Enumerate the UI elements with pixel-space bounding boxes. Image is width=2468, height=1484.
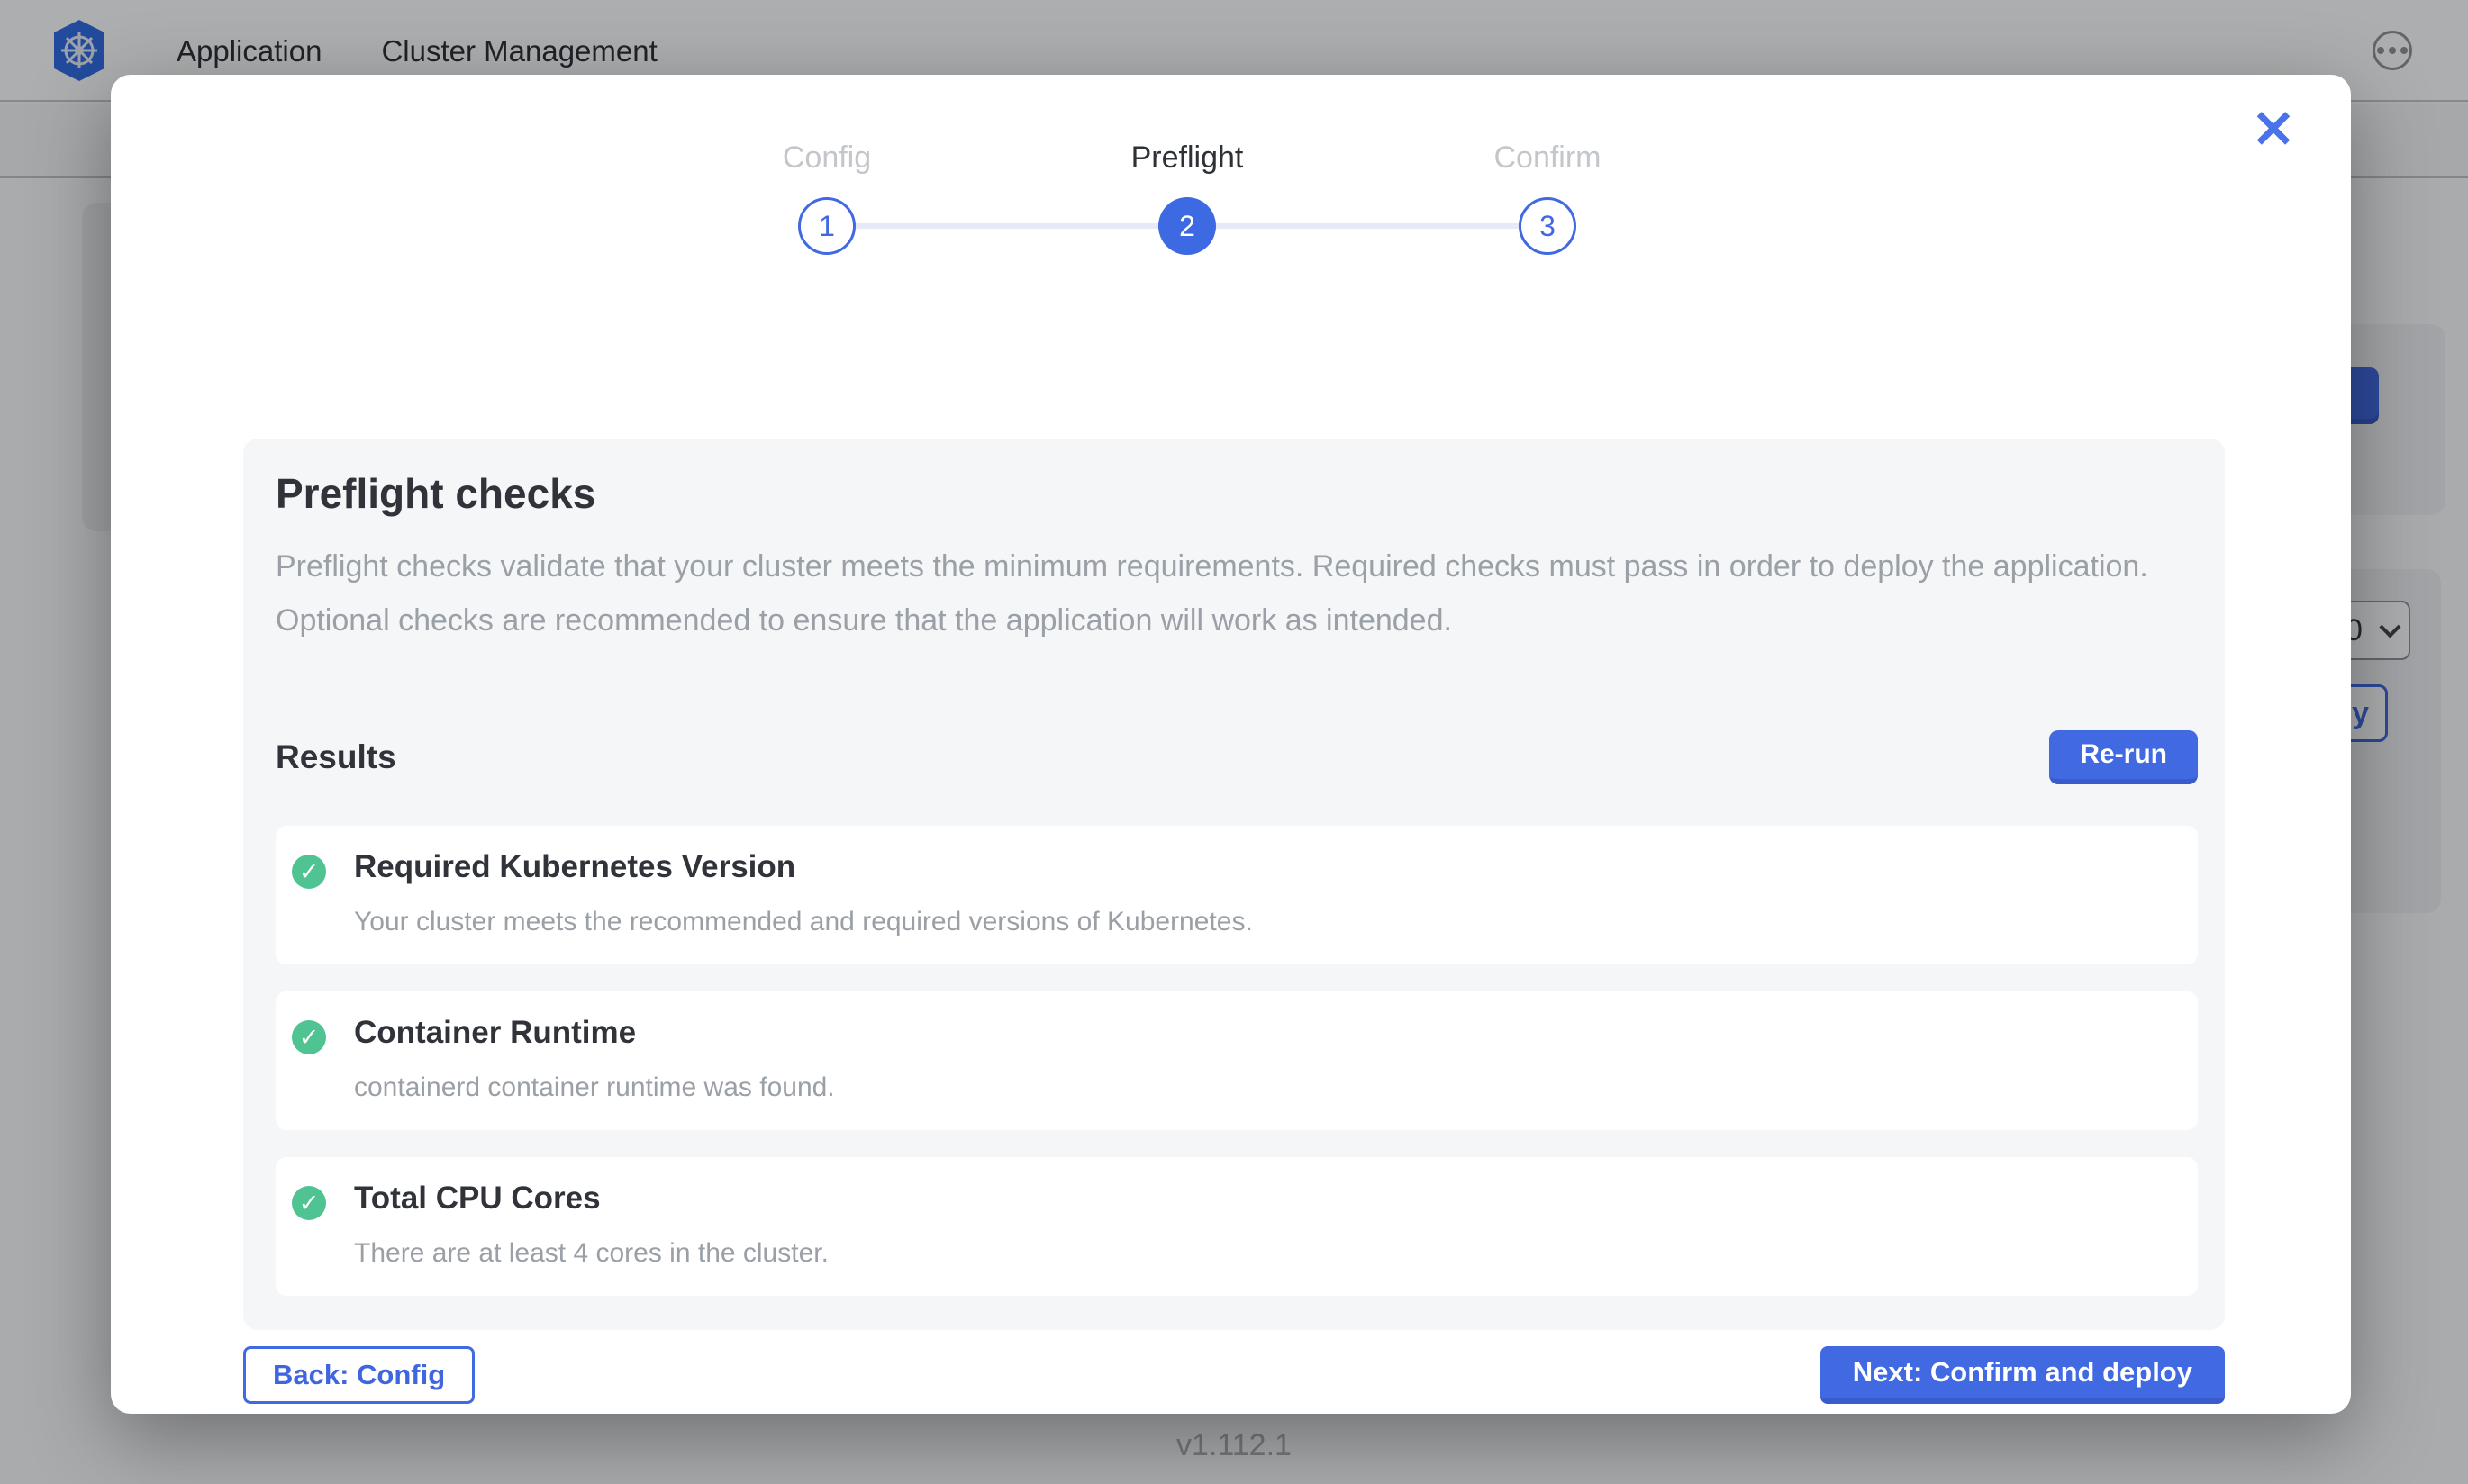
check-body: Container Runtime containerd container r… (354, 1015, 835, 1103)
page-title: Preflight checks (276, 469, 2198, 518)
check-title: Required Kubernetes Version (354, 849, 1253, 885)
step-config[interactable]: Config 1 (647, 140, 1007, 255)
modal-footer: Back: Config Next: Confirm and deploy (243, 1346, 2225, 1404)
results-heading: Results (276, 738, 396, 776)
preflight-modal: × Config 1 Preflight 2 Confirm 3 Preflig… (111, 75, 2351, 1414)
preflight-description: Preflight checks validate that your clus… (276, 539, 2149, 647)
check-card-cpu-cores: ✓ Total CPU Cores There are at least 4 c… (276, 1157, 2198, 1296)
check-message: containerd container runtime was found. (354, 1072, 835, 1103)
back-config-button[interactable]: Back: Config (243, 1346, 475, 1404)
results-row: Results Re-run (276, 730, 2198, 784)
step-label: Preflight (1007, 140, 1367, 176)
check-card-container-runtime: ✓ Container Runtime containerd container… (276, 991, 2198, 1130)
check-message: Your cluster meets the recommended and r… (354, 907, 1253, 937)
step-label: Config (647, 140, 1007, 176)
check-pass-icon: ✓ (292, 1186, 326, 1220)
step-confirm[interactable]: Confirm 3 (1367, 140, 1728, 255)
check-message: There are at least 4 cores in the cluste… (354, 1238, 829, 1269)
step-circle: 3 (1519, 197, 1576, 255)
check-body: Total CPU Cores There are at least 4 cor… (354, 1181, 829, 1269)
wizard-stepper: Config 1 Preflight 2 Confirm 3 (647, 140, 1728, 284)
check-body: Required Kubernetes Version Your cluster… (354, 849, 1253, 937)
next-confirm-deploy-button[interactable]: Next: Confirm and deploy (1820, 1346, 2225, 1404)
check-title: Total CPU Cores (354, 1181, 829, 1217)
check-pass-icon: ✓ (292, 1020, 326, 1054)
check-pass-icon: ✓ (292, 855, 326, 889)
preflight-panel: Preflight checks Preflight checks valida… (243, 439, 2225, 1330)
rerun-button[interactable]: Re-run (2049, 730, 2198, 784)
check-title: Container Runtime (354, 1015, 835, 1051)
check-card-kubernetes-version: ✓ Required Kubernetes Version Your clust… (276, 826, 2198, 964)
step-circle: 1 (798, 197, 856, 255)
close-icon[interactable]: × (2245, 98, 2302, 156)
check-list: ✓ Required Kubernetes Version Your clust… (276, 826, 2198, 1296)
step-preflight[interactable]: Preflight 2 (1007, 140, 1367, 255)
step-label: Confirm (1367, 140, 1728, 176)
step-circle: 2 (1158, 197, 1216, 255)
